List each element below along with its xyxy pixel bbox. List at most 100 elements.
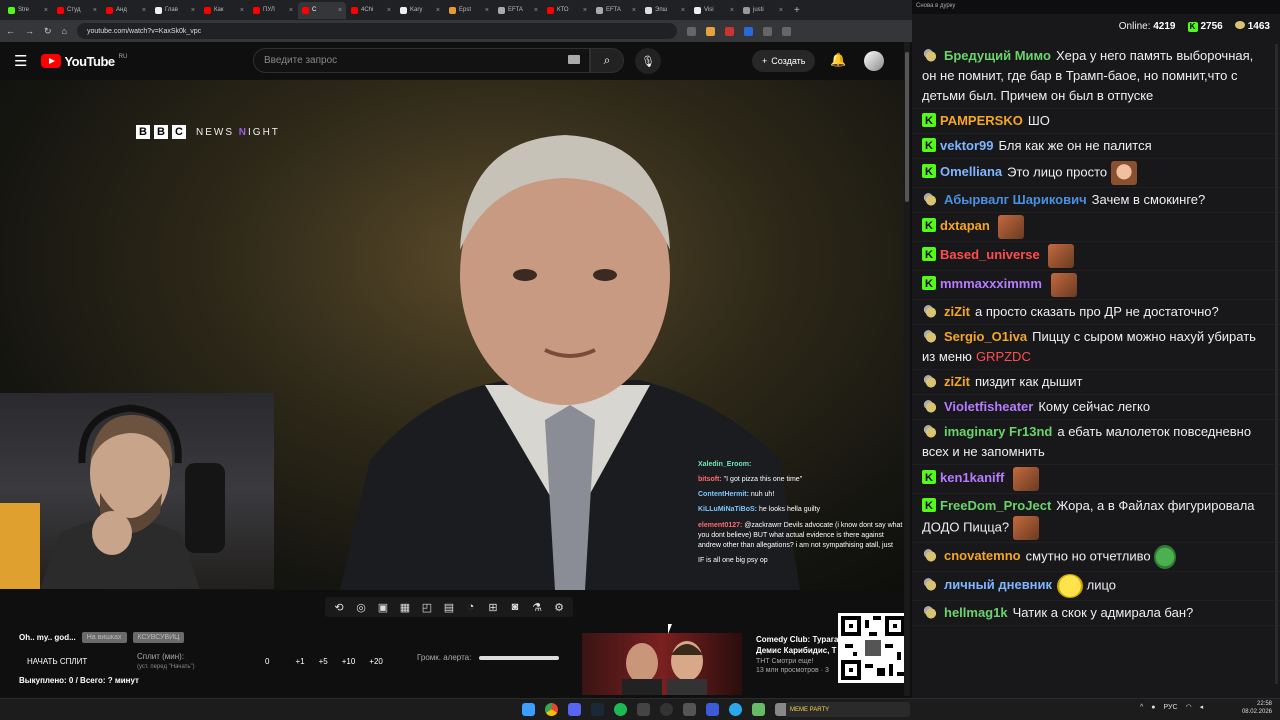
voice-search-button[interactable]: 🎙	[635, 48, 661, 74]
close-tab-icon[interactable]: ×	[779, 7, 783, 14]
chat-username[interactable]: FreeDom_ProJect	[940, 498, 1051, 513]
browser-tab[interactable]: EFTA ×	[494, 2, 542, 19]
meme-party-widget[interactable]: MEME PARTY	[786, 702, 910, 717]
close-tab-icon[interactable]: ×	[289, 7, 293, 14]
audio-icon[interactable]: ◎	[353, 601, 369, 614]
avatar[interactable]	[864, 51, 884, 71]
increment-button[interactable]: +1	[295, 657, 304, 666]
spotify-icon[interactable]	[614, 703, 627, 716]
close-tab-icon[interactable]: ×	[191, 7, 195, 14]
browser-tab[interactable]: КТО ×	[543, 2, 591, 19]
add-icon[interactable]: ⊞	[485, 601, 501, 614]
obs-icon[interactable]	[660, 703, 673, 716]
app-icon[interactable]	[706, 703, 719, 716]
close-tab-icon[interactable]: ×	[632, 7, 636, 14]
close-tab-icon[interactable]: ×	[730, 7, 734, 14]
new-tab-button[interactable]: +	[788, 5, 806, 16]
url-field[interactable]: youtube.com/watch?v=KaxSk0k_vpc	[76, 23, 677, 39]
close-tab-icon[interactable]: ×	[534, 7, 538, 14]
create-button[interactable]: + Создать	[752, 50, 816, 72]
home-icon[interactable]: ⌂	[62, 26, 67, 36]
browser-tab[interactable]: Как ×	[200, 2, 248, 19]
browser-tab[interactable]: 4Chi ×	[347, 2, 395, 19]
extension-icon[interactable]	[705, 26, 715, 36]
chrome-icon[interactable]	[545, 703, 558, 716]
resize-icon[interactable]: ◰	[419, 601, 435, 614]
keyboard-icon[interactable]	[568, 55, 580, 64]
extension-icon[interactable]	[724, 26, 734, 36]
browser-tab[interactable]: Глав ×	[151, 2, 199, 19]
loop-icon[interactable]: ⟲	[331, 601, 347, 614]
chat-username[interactable]: cnovatemno	[944, 548, 1021, 563]
chat-username[interactable]: PAMPERSKO	[940, 113, 1023, 128]
browser-tab[interactable]: Kary ×	[396, 2, 444, 19]
volume-slider[interactable]	[479, 655, 560, 660]
split-value[interactable]: 0	[265, 657, 269, 666]
browser-tab[interactable]: Epst ×	[445, 2, 493, 19]
browser-tab[interactable]: Студ ×	[53, 2, 101, 19]
volume-icon[interactable]: ◂	[1200, 703, 1204, 711]
chevron-up-icon[interactable]: ^	[1140, 704, 1143, 711]
recommended-channel[interactable]: ТНТ Смотри еще!	[756, 657, 839, 666]
close-tab-icon[interactable]: ×	[436, 7, 440, 14]
extension-icon[interactable]	[781, 26, 791, 36]
clock[interactable]: 22:58 08.02.2026	[1242, 701, 1272, 717]
chat-username[interactable]: Violetfisheater	[944, 399, 1033, 414]
clip-icon[interactable]: ▦	[397, 601, 413, 614]
increment-button[interactable]: +10	[342, 657, 356, 666]
back-icon[interactable]: ←	[6, 26, 15, 36]
recommended-title-line2[interactable]: Демис Карибидис, Т	[756, 646, 839, 657]
close-tab-icon[interactable]: ×	[338, 7, 342, 14]
language-indicator[interactable]: РУС	[1164, 704, 1178, 711]
close-tab-icon[interactable]: ×	[142, 7, 146, 14]
bell-icon[interactable]: 🔔	[830, 52, 846, 68]
recommended-thumbnail[interactable]	[582, 633, 742, 695]
discord-icon[interactable]	[568, 703, 581, 716]
extension-icon[interactable]	[686, 26, 696, 36]
browser-tab[interactable]: Анд ×	[102, 2, 150, 19]
chat-username[interactable]: vektor99	[940, 138, 993, 153]
mic-icon[interactable]: ●	[1151, 704, 1155, 711]
close-tab-icon[interactable]: ×	[44, 7, 48, 14]
speed-icon[interactable]: ◔	[463, 601, 479, 613]
browser-tab[interactable]: Stre ×	[4, 2, 52, 19]
increment-button[interactable]: +5	[319, 657, 328, 666]
recommended-title[interactable]: Comedy Club: Турага	[756, 635, 839, 646]
chat-username[interactable]: Бредущий Мимо	[944, 48, 1051, 63]
browser-tab[interactable]: justi ×	[739, 2, 787, 19]
extension-icon[interactable]	[762, 26, 772, 36]
browser-tab[interactable]: С ×	[298, 1, 346, 19]
page-scrollbar[interactable]	[904, 42, 910, 696]
close-tab-icon[interactable]: ×	[485, 7, 489, 14]
close-tab-icon[interactable]: ×	[583, 7, 587, 14]
forward-icon[interactable]: →	[25, 26, 34, 36]
start-split-button[interactable]: НАЧАТЬ СПЛИТ	[19, 657, 137, 666]
filmstrip-icon[interactable]: ▤	[441, 601, 457, 614]
chat-username[interactable]: ziZit	[944, 304, 970, 319]
chat-username[interactable]: mmmaxxximmm	[940, 276, 1042, 291]
reload-icon[interactable]: ↻	[44, 26, 52, 37]
steam-icon[interactable]	[591, 703, 604, 716]
screenshot-icon[interactable]: ▣	[375, 601, 391, 614]
app-icon[interactable]	[752, 703, 765, 716]
browser-tab[interactable]: EFTA ×	[592, 2, 640, 19]
tag-chip[interactable]: На вишках	[81, 632, 127, 643]
browser-tab[interactable]: Эпш ×	[641, 2, 689, 19]
chat-username[interactable]: ziZit	[944, 374, 970, 389]
settings-icon[interactable]: ⚙	[551, 601, 567, 614]
camera-icon[interactable]: ◙	[507, 601, 523, 613]
close-tab-icon[interactable]: ×	[387, 7, 391, 14]
app-icon[interactable]	[637, 703, 650, 716]
search-button[interactable]: ⌕	[590, 48, 624, 73]
chat-username[interactable]: imaginary Fr13nd	[944, 424, 1052, 439]
chat-username[interactable]: ken1kaniff	[940, 470, 1004, 485]
youtube-logo[interactable]: YouTube RU	[41, 54, 127, 69]
chat-username[interactable]: hellmag1k	[944, 605, 1008, 620]
wifi-icon[interactable]: ◠	[1186, 703, 1192, 711]
increment-button[interactable]: +20	[369, 657, 383, 666]
chat-username[interactable]: dxtapan	[940, 218, 990, 233]
chat-username[interactable]: Omelliana	[940, 164, 1002, 179]
close-tab-icon[interactable]: ×	[240, 7, 244, 14]
app-icon[interactable]	[683, 703, 696, 716]
chat-username[interactable]: Sergio_O1iva	[944, 329, 1027, 344]
